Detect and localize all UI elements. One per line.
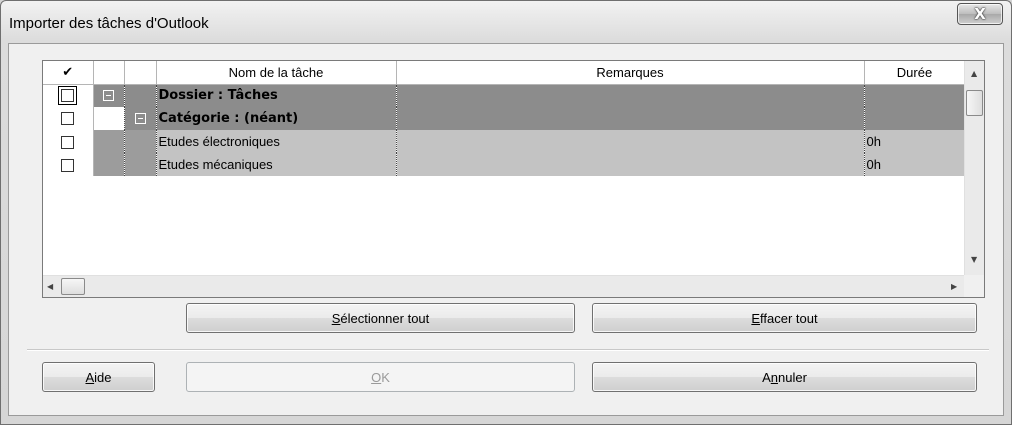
- close-button[interactable]: X: [957, 3, 1003, 25]
- duration-cell[interactable]: [864, 84, 966, 107]
- task-name-cell[interactable]: Etudes mécaniques: [156, 153, 397, 176]
- horizontal-scroll-thumb[interactable]: [61, 278, 85, 295]
- vertical-scrollbar[interactable]: ▲ ▼: [964, 61, 984, 275]
- row-checkbox-cell: [43, 107, 94, 130]
- table-row[interactable]: Dossier : Tâches: [43, 84, 966, 107]
- column-header-name[interactable]: Nom de la tâche: [156, 61, 397, 85]
- grid-header-row: ✔ Nom de la tâche Remarques Durée: [43, 61, 966, 85]
- dialog-body: ✔ Nom de la tâche Remarques Durée Dossie…: [8, 43, 1004, 416]
- row-checkbox[interactable]: [61, 112, 75, 125]
- remarks-cell[interactable]: [396, 153, 865, 176]
- divider: [27, 349, 989, 351]
- import-outlook-tasks-dialog: Importer des tâches d'Outlook X ✔ Nom de…: [0, 0, 1012, 425]
- help-button[interactable]: Aide: [42, 362, 155, 392]
- column-header-check[interactable]: ✔: [43, 61, 94, 85]
- table-row[interactable]: Etudes mécaniques 0h: [43, 153, 966, 176]
- task-name-cell[interactable]: Catégorie : (néant): [156, 107, 397, 130]
- column-header-duration[interactable]: Durée: [864, 61, 966, 85]
- tasks-grid: ✔ Nom de la tâche Remarques Durée Dossie…: [42, 60, 985, 298]
- scroll-down-icon[interactable]: ▼: [971, 255, 977, 264]
- duration-cell[interactable]: 0h: [864, 130, 966, 153]
- tasks-table: ✔ Nom de la tâche Remarques Durée Dossie…: [43, 61, 966, 176]
- remarks-cell[interactable]: [396, 84, 865, 107]
- column-header-level1[interactable]: [93, 61, 125, 85]
- scroll-left-icon[interactable]: ◀: [47, 282, 53, 291]
- collapse-toggle[interactable]: [124, 107, 157, 130]
- collapse-toggle[interactable]: [93, 84, 125, 107]
- scroll-right-icon[interactable]: ▶: [951, 282, 957, 291]
- row-checkbox-cell: [43, 153, 94, 176]
- scroll-up-icon[interactable]: ▲: [971, 69, 977, 78]
- row-checkbox[interactable]: [58, 86, 78, 106]
- collapse-icon: [103, 90, 114, 102]
- clear-all-button[interactable]: Effacer tout: [592, 303, 977, 333]
- duration-cell[interactable]: [864, 107, 966, 130]
- checkmark-icon: ✔: [62, 64, 74, 80]
- scrollbar-corner: [964, 275, 984, 297]
- row-checkbox[interactable]: [61, 136, 75, 150]
- row-checkbox-cell: [43, 130, 94, 153]
- task-name-cell[interactable]: Dossier : Tâches: [156, 84, 397, 107]
- ok-button[interactable]: OK: [186, 362, 575, 392]
- row-checkbox[interactable]: [61, 159, 75, 173]
- task-name-cell[interactable]: Etudes électroniques: [156, 130, 397, 153]
- remarks-cell[interactable]: [396, 107, 865, 130]
- window-title: Importer des tâches d'Outlook: [9, 15, 209, 32]
- duration-cell[interactable]: 0h: [864, 153, 966, 176]
- close-icon: X: [974, 5, 986, 23]
- collapse-icon: [134, 113, 146, 124]
- title-bar[interactable]: Importer des tâches d'Outlook X: [1, 1, 1011, 43]
- column-header-remarks[interactable]: Remarques: [396, 61, 865, 85]
- remarks-cell[interactable]: [396, 130, 865, 153]
- table-row[interactable]: Catégorie : (néant): [43, 107, 966, 130]
- column-header-level2[interactable]: [124, 61, 157, 85]
- table-row[interactable]: Etudes électroniques 0h: [43, 130, 966, 153]
- horizontal-scrollbar[interactable]: ◀ ▶: [43, 275, 965, 297]
- row-checkbox-cell: [43, 84, 94, 107]
- vertical-scroll-thumb[interactable]: [966, 90, 983, 116]
- cancel-button[interactable]: Annuler: [592, 362, 977, 392]
- select-all-button[interactable]: Sélectionner tout: [186, 303, 575, 333]
